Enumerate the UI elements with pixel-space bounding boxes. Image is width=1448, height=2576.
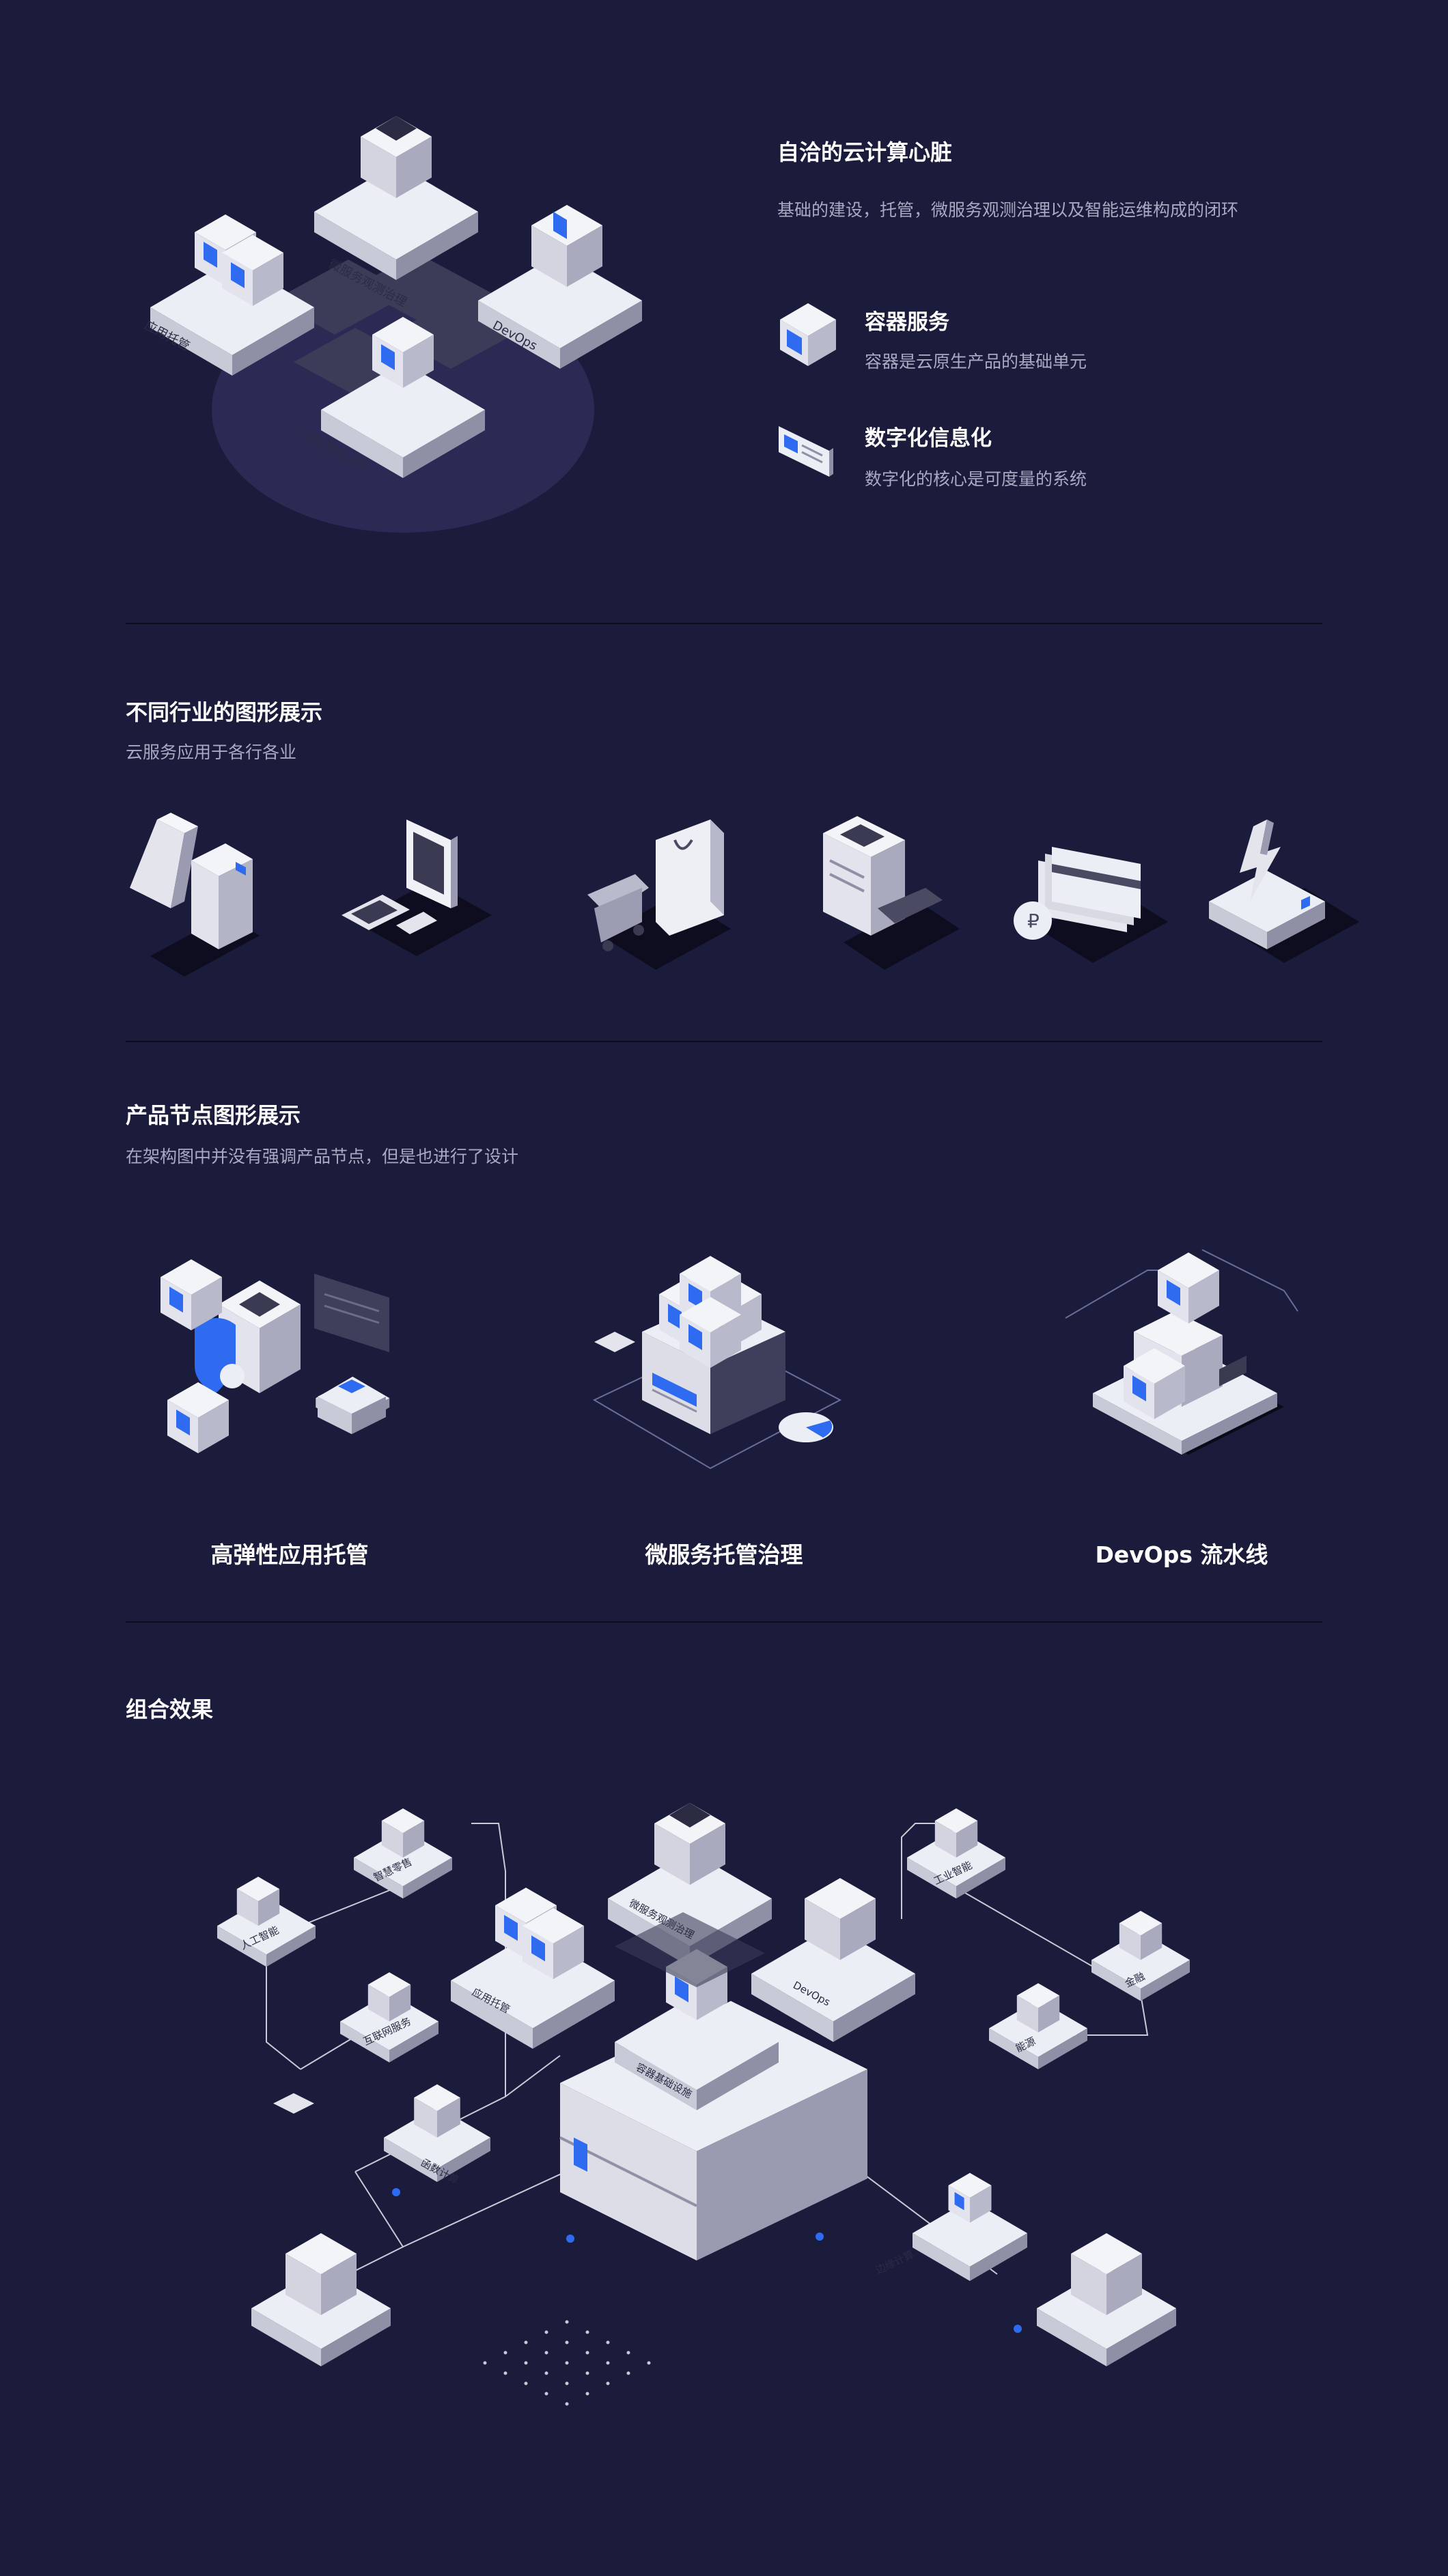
combo-label-edge: 边缘计算 <box>874 2248 916 2277</box>
divider-1 <box>126 623 1322 624</box>
feature-container-desc: 容器是云原生产品的基础单元 <box>865 352 1087 372</box>
feature-digital-title: 数字化信息化 <box>865 426 992 451</box>
section2-title: 不同行业的图形展示 <box>126 699 323 725</box>
node-caption-microservice: 微服务托管治理 <box>645 1541 803 1568</box>
section3-subtitle: 在架构图中并没有强调产品节点，但是也进行了设计 <box>126 1147 519 1166</box>
section3-title: 产品节点图形展示 <box>126 1102 301 1128</box>
shopping-cart-bag-icon <box>587 820 731 970</box>
computer-terminal-icon <box>342 820 492 956</box>
section1-subtitle: 基础的建设，托管，微服务观测治理以及智能运维构成的闭环 <box>777 200 1239 220</box>
svg-text:₽: ₽ <box>1027 910 1040 932</box>
section2-subtitle: 云服务应用于各行各业 <box>126 742 297 762</box>
microservice-node-icon <box>592 1256 842 1470</box>
cloud-heart-illustration: 微服务观测治理 应用托管 DevOps 容器基础设施 <box>142 116 642 533</box>
node-caption-app-hosting: 高弹性应用托管 <box>210 1541 369 1568</box>
finance-cards-icon: ₽ <box>1014 847 1168 963</box>
printer-machine-icon <box>823 816 960 970</box>
dashboard-card-icon <box>779 426 833 477</box>
node-caption-devops: DevOps 流水线 <box>1095 1541 1268 1568</box>
devops-pipeline-node-icon <box>1065 1249 1298 1455</box>
energy-lightning-icon <box>1209 820 1359 963</box>
section4-title: 组合效果 <box>126 1696 214 1722</box>
cube-icon <box>780 303 836 366</box>
divider-2 <box>126 1041 1322 1042</box>
app-hosting-node-icon <box>161 1259 390 1453</box>
combined-architecture-illustration: 智慧零售 人工智能 互联网服务 微服务观测治理 应用托管 DevOps 容器基础… <box>217 1803 1190 2406</box>
feature-container-title: 容器服务 <box>865 310 949 335</box>
section1-title: 自洽的云计算心脏 <box>777 139 953 165</box>
ai-building-icon <box>130 813 260 977</box>
divider-3 <box>126 1621 1322 1623</box>
feature-digital-desc: 数字化的核心是可度量的系统 <box>865 469 1087 489</box>
